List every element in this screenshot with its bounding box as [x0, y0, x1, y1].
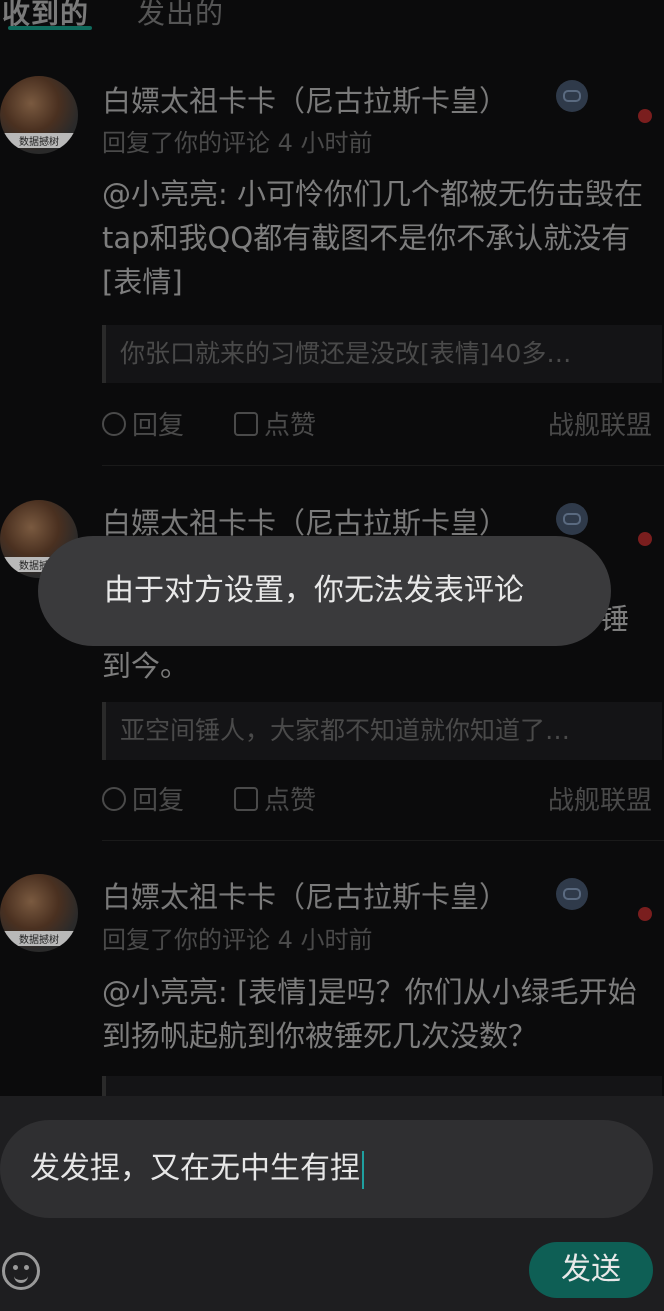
tab-active-indicator	[8, 26, 92, 30]
tab-sent[interactable]: 发出的	[137, 0, 224, 32]
emoji-icon[interactable]	[2, 1252, 40, 1290]
comment-content[interactable]: @小亮亮: 小可怜你们几个都被无伤击毁在tap和我QQ都有截图不是你不承认就没有…	[102, 172, 657, 304]
user-name[interactable]: 白嫖太祖卡卡（尼古拉斯卡皇）	[102, 78, 508, 120]
comment-actions: 回复 点赞 战舰联盟	[102, 405, 662, 445]
divider	[102, 465, 664, 466]
avatar[interactable]: 数据撼树	[0, 874, 78, 952]
source-label[interactable]: 战舰联盟	[548, 780, 652, 817]
thumbs-up-icon	[234, 786, 258, 811]
like-button[interactable]: 点赞	[234, 780, 316, 817]
avatar-caption: 数据撼树	[0, 931, 78, 946]
comment-meta: 回复了你的评论 4 小时前	[102, 129, 373, 157]
unread-dot	[638, 109, 652, 123]
comment-content[interactable]: 到今。	[102, 644, 657, 688]
thumbs-up-icon	[234, 411, 258, 436]
toast-message: 由于对方设置，你无法发表评论	[38, 536, 611, 646]
like-label: 点赞	[264, 786, 317, 816]
reply-button[interactable]: 回复	[102, 780, 184, 817]
comment-icon	[102, 786, 126, 811]
gamepad-icon	[556, 503, 588, 535]
send-button[interactable]: 发送	[529, 1242, 653, 1298]
comment-composer: 发发捏，又在无中生有捏 发送	[0, 1096, 664, 1311]
source-label[interactable]: 战舰联盟	[548, 405, 652, 442]
user-name[interactable]: 白嫖太祖卡卡（尼古拉斯卡皇）	[102, 874, 508, 916]
avatar[interactable]: 数据撼树	[0, 76, 78, 154]
gamepad-icon	[556, 80, 588, 112]
unread-dot	[638, 532, 652, 546]
reply-button[interactable]: 回复	[102, 405, 184, 442]
like-label: 点赞	[264, 411, 317, 441]
tab-bar: 收到的 发出的	[0, 0, 664, 40]
comment-actions: 回复 点赞 战舰联盟	[102, 780, 662, 820]
divider	[102, 840, 664, 841]
comment-input[interactable]: 发发捏，又在无中生有捏	[0, 1120, 653, 1218]
comment-input-value: 发发捏，又在无中生有捏	[30, 1151, 360, 1186]
like-button[interactable]: 点赞	[234, 405, 316, 442]
text-caret	[362, 1150, 364, 1189]
quoted-comment[interactable]: 你张口就来的习惯还是没改[表情]40多…	[102, 325, 662, 383]
comment-icon	[102, 411, 126, 436]
quoted-comment[interactable]: 亚空间锤人，大家都不知道就你知道了…	[102, 702, 662, 760]
reply-label: 回复	[132, 786, 185, 816]
reply-label: 回复	[132, 411, 185, 441]
comment-meta: 回复了你的评论 4 小时前	[102, 926, 373, 954]
avatar-caption: 数据撼树	[0, 133, 78, 148]
unread-dot	[638, 907, 652, 921]
comment-content[interactable]: @小亮亮: [表情]是吗？你们从小绿毛开始到扬帆起航到你被锤死几次没数？	[102, 970, 657, 1058]
gamepad-icon	[556, 878, 588, 910]
